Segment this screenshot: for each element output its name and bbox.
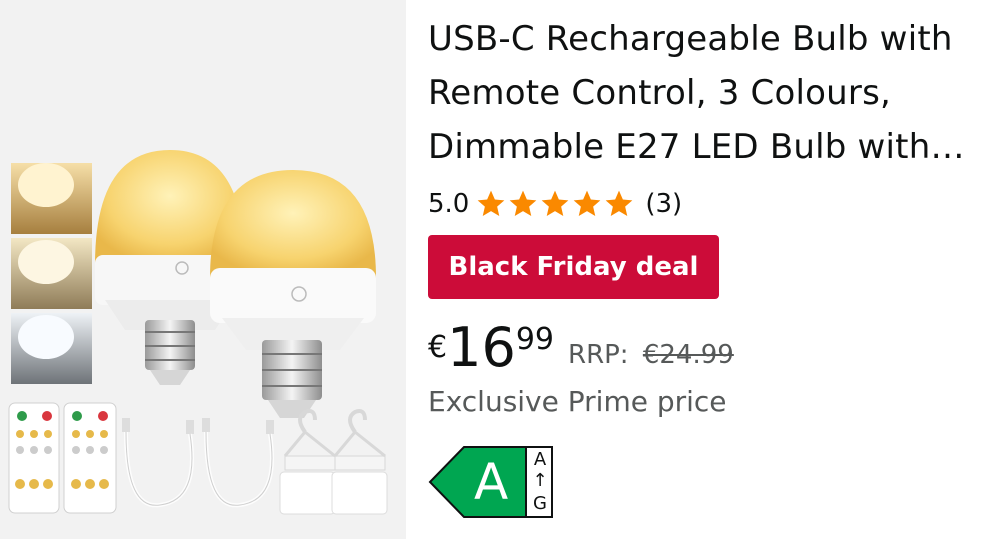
energy-scale-arrow-icon: ↑ xyxy=(532,470,548,491)
price-currency: € xyxy=(428,330,448,365)
star-icon xyxy=(574,190,601,216)
rrp-value: €24.99 xyxy=(642,340,734,370)
star-icon xyxy=(510,190,537,216)
product-title-line-1: USB-C Rechargeable Bulb with xyxy=(428,19,953,59)
product-photo xyxy=(8,150,388,515)
deal-badge: Black Friday deal xyxy=(428,235,719,299)
rating-count[interactable]: (3) xyxy=(645,189,682,219)
product-image[interactable] xyxy=(0,0,406,539)
hanger-2 xyxy=(331,409,388,515)
star-icon xyxy=(478,190,505,216)
remote-control-2 xyxy=(63,402,117,514)
price: € 16 99 RRP: €24.99 xyxy=(428,318,734,378)
rrp-label: RRP: xyxy=(568,340,629,370)
price-whole: 16 xyxy=(447,316,516,379)
rating-row[interactable]: 5.0 (3) xyxy=(428,184,682,224)
colour-swatch-warm xyxy=(11,163,92,234)
usb-cable-2 xyxy=(202,418,274,508)
deal-badge-label: Black Friday deal xyxy=(448,252,699,282)
product-title-line-2: Remote Control, 3 Colours, xyxy=(428,73,891,113)
colour-swatch-neutral xyxy=(11,238,92,309)
usb-cable-1 xyxy=(122,418,194,508)
star-rating xyxy=(475,188,635,220)
energy-scale-bottom: G xyxy=(533,493,547,514)
energy-class: A xyxy=(474,453,509,511)
rating-value: 5.0 xyxy=(428,189,470,219)
energy-label[interactable]: A A ↑ G xyxy=(428,445,556,519)
colour-swatch-cool xyxy=(11,313,92,384)
product-title[interactable]: USB-C Rechargeable Bulb with Remote Cont… xyxy=(428,12,980,174)
star-icon xyxy=(606,190,633,216)
price-fraction: 99 xyxy=(515,322,554,357)
product-title-line-3: Dimmable E27 LED Bulb with… xyxy=(428,127,965,167)
prime-price-label: Exclusive Prime price xyxy=(428,385,727,418)
star-icon xyxy=(542,190,569,216)
hanger-1 xyxy=(279,409,336,515)
bulb-illustration-front xyxy=(210,170,376,418)
rrp: RRP: €24.99 xyxy=(568,340,734,370)
remote-control-1 xyxy=(8,402,60,514)
energy-scale-top: A xyxy=(533,449,547,470)
